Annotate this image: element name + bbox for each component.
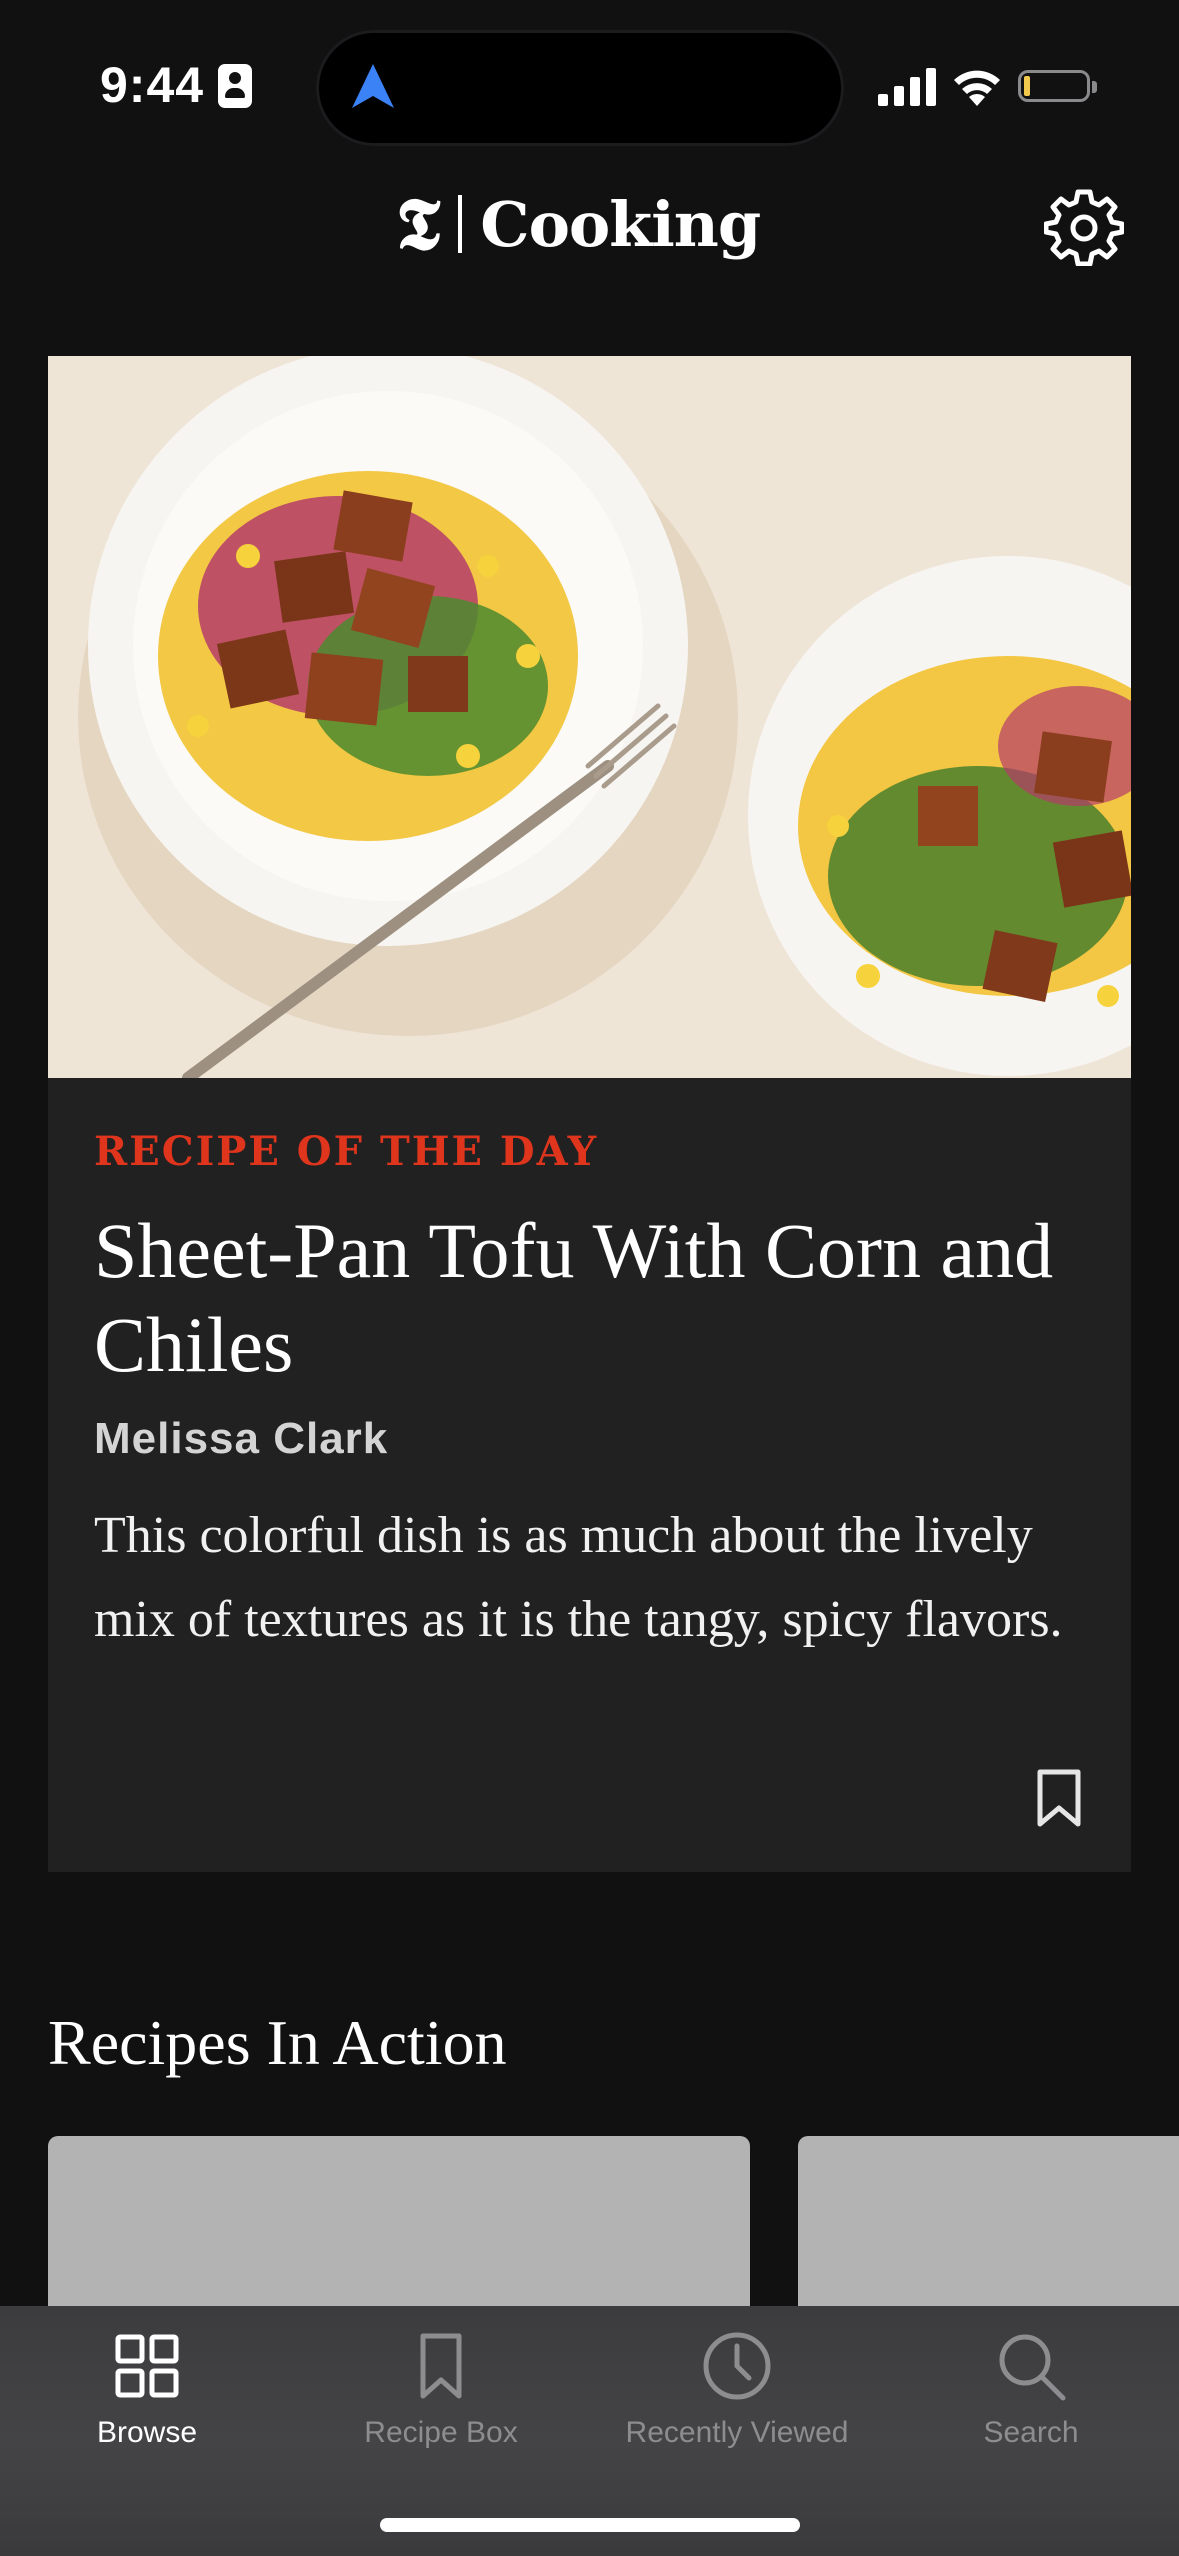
- tab-recently-viewed[interactable]: Recently Viewed: [590, 2306, 884, 2486]
- recipe-photo[interactable]: [48, 356, 1131, 1078]
- tab-label: Recipe Box: [364, 2416, 518, 2449]
- wifi-icon: [954, 70, 1000, 106]
- tab-label: Browse: [96, 2416, 198, 2449]
- gear-icon[interactable]: [1044, 186, 1124, 266]
- search-icon: [999, 2334, 1066, 2401]
- contact-card-icon: [218, 64, 252, 108]
- clock-icon: [703, 2332, 771, 2400]
- recipe-title[interactable]: Sheet-Pan Tofu With Corn and Chiles: [94, 1204, 1094, 1392]
- battery-icon: [1018, 70, 1097, 102]
- location-arrow-icon: [352, 64, 394, 108]
- section-title: Recipes In Action: [48, 2007, 507, 2078]
- bookmark-icon: [420, 2333, 462, 2399]
- nyt-t-logo: 𝕿: [396, 180, 441, 266]
- tab-recipe-box[interactable]: Recipe Box: [294, 2306, 588, 2486]
- cellular-signal-icon: [878, 68, 936, 106]
- recipe-author: Melissa Clark: [94, 1414, 389, 1463]
- tab-label: Search: [983, 2416, 1079, 2449]
- logo-divider: [458, 195, 463, 253]
- bookmark-icon[interactable]: [1034, 1768, 1084, 1828]
- recipe-description: This colorful dish is as much about the …: [94, 1507, 1063, 1648]
- tab-search[interactable]: Search: [884, 2306, 1178, 2486]
- nyt-cooking-logo: 𝕿 Cooking: [396, 181, 761, 266]
- status-time: 9:44: [100, 57, 205, 113]
- recipe-of-the-day-label: RECIPE OF THE DAY: [94, 1128, 599, 1175]
- grid-icon: [115, 2334, 179, 2398]
- home-indicator: [380, 2518, 800, 2532]
- tab-browse[interactable]: Browse: [0, 2306, 294, 2486]
- brand-name: Cooking: [480, 187, 761, 261]
- tab-label: Recently Viewed: [625, 2416, 849, 2449]
